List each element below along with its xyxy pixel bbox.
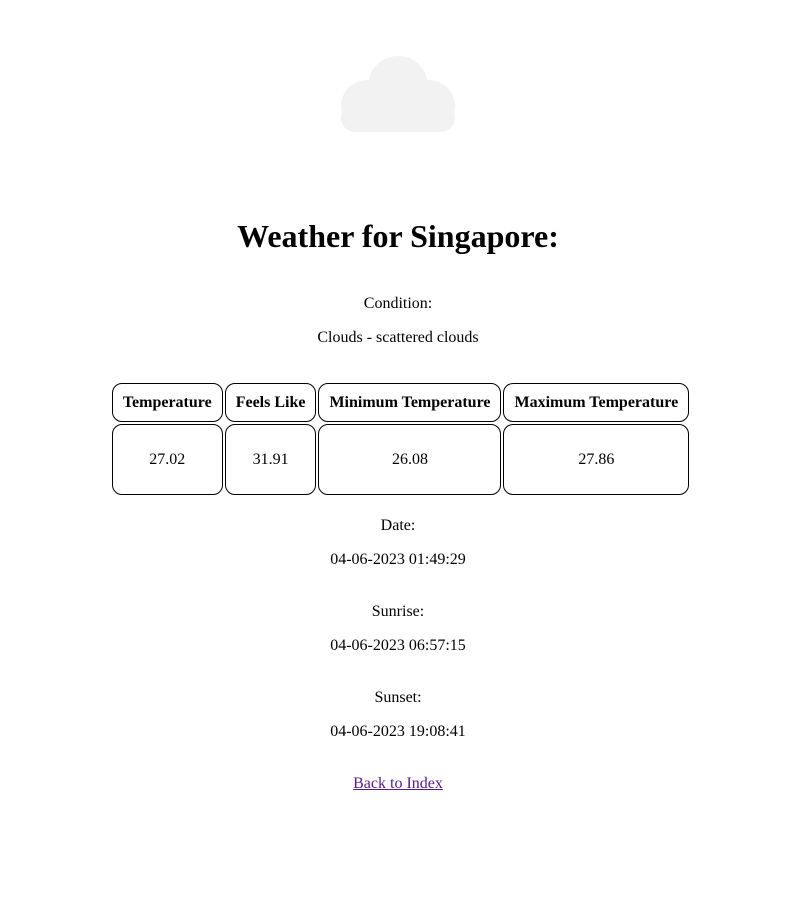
min-temperature-header: Minimum Temperature bbox=[318, 383, 502, 422]
date-value: 04-06-2023 01:49:29 bbox=[330, 551, 466, 568]
sunset-label: Sunset: bbox=[374, 689, 422, 706]
table-row: 27.02 31.91 26.08 27.86 bbox=[111, 424, 690, 495]
condition-value: Clouds - scattered clouds bbox=[317, 329, 479, 346]
date-label: Date: bbox=[380, 517, 416, 534]
max-temperature-header: Maximum Temperature bbox=[503, 383, 690, 422]
weather-table-container: Temperature Feels Like Minimum Temperatu… bbox=[0, 381, 796, 497]
max-temperature-value: 27.86 bbox=[503, 424, 690, 495]
table-header-row: Temperature Feels Like Minimum Temperatu… bbox=[111, 383, 690, 422]
condition-label: Condition: bbox=[363, 295, 433, 312]
back-to-index-link[interactable]: Back to Index bbox=[353, 775, 443, 792]
temperature-header: Temperature bbox=[111, 383, 223, 422]
temperature-value: 27.02 bbox=[111, 424, 223, 495]
back-link-container: Back to Index bbox=[0, 774, 796, 794]
feels-like-value: 31.91 bbox=[224, 424, 317, 495]
cloud-icon bbox=[333, 48, 463, 138]
page-title: Weather for Singapore: bbox=[237, 218, 559, 254]
weather-icon-container bbox=[0, 48, 796, 138]
weather-table: Temperature Feels Like Minimum Temperatu… bbox=[110, 381, 691, 497]
sunrise-label: Sunrise: bbox=[371, 603, 425, 620]
feels-like-header: Feels Like bbox=[224, 383, 317, 422]
sunrise-value: 04-06-2023 06:57:15 bbox=[330, 637, 466, 654]
sunset-value: 04-06-2023 19:08:41 bbox=[330, 723, 466, 740]
min-temperature-value: 26.08 bbox=[318, 424, 502, 495]
